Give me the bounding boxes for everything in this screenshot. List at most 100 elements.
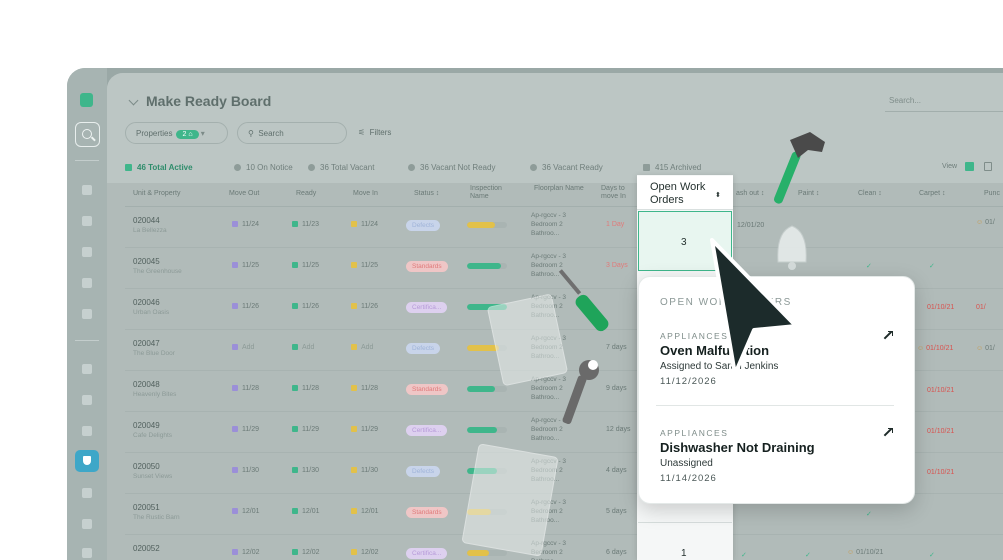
sidebar-clipboard-icon[interactable]: [82, 395, 92, 405]
sidebar-mail-icon[interactable]: [82, 278, 92, 288]
work-order-title[interactable]: Oven Malfunction: [660, 343, 769, 358]
stat-total-active[interactable]: 46 Total Active: [125, 163, 193, 172]
open-work-orders-count[interactable]: 3: [681, 237, 687, 248]
floorplan-name: Ap-rgccv - 3 Bedroom 2 Bathroo...: [531, 376, 567, 401]
col-carpet[interactable]: Carpet ↕: [919, 190, 945, 197]
move-in-date[interactable]: 12/02: [351, 549, 379, 556]
sort-icon[interactable]: ⬍: [715, 191, 721, 199]
col-status[interactable]: Status ↕: [414, 190, 439, 197]
ready-date[interactable]: 11/26: [292, 303, 319, 310]
grid-view-icon[interactable]: [965, 162, 974, 171]
unit-id[interactable]: 020047: [133, 339, 160, 348]
move-in-date[interactable]: Add: [351, 344, 373, 351]
status-badge[interactable]: Defects: [406, 343, 441, 354]
move-out-date[interactable]: 12/01: [232, 508, 260, 515]
open-work-orders-count[interactable]: 1: [681, 548, 687, 559]
stat-archived[interactable]: 415 Archived: [643, 163, 701, 172]
status-badge[interactable]: Defects: [406, 466, 441, 477]
unit-id[interactable]: 020051: [133, 503, 160, 512]
floorplan-name: Ap-rgccv - 3 Bedroom 2 Bathroo...: [531, 294, 567, 319]
col-punch[interactable]: Punc: [984, 190, 1000, 197]
sidebar-calendar-icon[interactable]: [82, 426, 92, 436]
col-inspection[interactable]: Inspection Name: [470, 185, 520, 201]
move-in-date[interactable]: 11/26: [351, 303, 378, 310]
move-in-date[interactable]: 12/01: [351, 508, 379, 515]
move-out-date[interactable]: 11/28: [232, 385, 259, 392]
sidebar-document-icon[interactable]: [82, 185, 92, 195]
move-out-date[interactable]: Add: [232, 344, 254, 351]
col-days-to-move-in[interactable]: Days to move In: [601, 185, 636, 201]
stat-vacant-not-ready[interactable]: 36 Vacant Not Ready: [408, 163, 495, 172]
col-move-out[interactable]: Move Out: [229, 190, 259, 197]
work-order-title[interactable]: Dishwasher Not Draining: [660, 440, 815, 455]
sidebar-image-icon[interactable]: [82, 488, 92, 498]
ready-date[interactable]: 11/25: [292, 262, 319, 269]
unit-id[interactable]: 020050: [133, 462, 160, 471]
carpet-date: 01/10/21: [927, 428, 955, 435]
sidebar-item-make-ready[interactable]: [75, 450, 99, 472]
status-badge[interactable]: Standards: [406, 261, 448, 272]
stat-total-vacant[interactable]: 36 Total Vacant: [308, 163, 374, 172]
move-out-date[interactable]: 11/29: [232, 426, 259, 433]
move-out-date[interactable]: 11/25: [232, 262, 259, 269]
status-badge[interactable]: Defects: [406, 220, 441, 231]
days-to-move-in: 1 Day: [606, 221, 625, 228]
ready-date[interactable]: 11/30: [292, 467, 319, 474]
move-in-date[interactable]: 11/24: [351, 221, 378, 228]
sidebar-chart-icon[interactable]: [82, 216, 92, 226]
property-name: Sunset Views: [133, 473, 173, 480]
sidebar-search-icon[interactable]: [75, 122, 100, 147]
sidebar-settings-icon[interactable]: [82, 548, 92, 558]
col-paint[interactable]: Paint ↕: [798, 190, 819, 197]
move-out-date[interactable]: 11/24: [232, 221, 259, 228]
move-in-date[interactable]: 11/25: [351, 262, 378, 269]
status-badge[interactable]: Standards: [406, 507, 448, 518]
days-to-move-in: 3 Days: [606, 262, 628, 269]
move-out-date[interactable]: 11/30: [232, 467, 259, 474]
trash-icon[interactable]: [984, 162, 992, 171]
expand-icon[interactable]: [884, 428, 893, 436]
unit-id[interactable]: 020048: [133, 380, 160, 389]
unit-id[interactable]: 020049: [133, 421, 160, 430]
ready-date[interactable]: Add: [292, 344, 314, 351]
sidebar-home-icon[interactable]: [82, 309, 92, 319]
status-badge[interactable]: Certifica...: [406, 302, 448, 313]
ready-date[interactable]: 11/29: [292, 426, 319, 433]
unit-id[interactable]: 020045: [133, 257, 160, 266]
unit-id[interactable]: 020052: [133, 544, 160, 553]
stat-vacant-ready[interactable]: 36 Vacant Ready: [530, 163, 603, 172]
status-badge[interactable]: Certifica...: [406, 425, 448, 436]
col-clean[interactable]: Clean ↕: [858, 190, 882, 197]
punch-date: ☺ 01/: [976, 345, 995, 352]
ready-date[interactable]: 11/28: [292, 385, 319, 392]
move-in-date[interactable]: 11/29: [351, 426, 378, 433]
col-floorplan[interactable]: Floorplan Name: [534, 185, 584, 193]
filters-button[interactable]: ⚟ Filters: [358, 128, 391, 137]
properties-filter[interactable]: Properties 2 ⌂ ▾: [125, 122, 228, 144]
move-out-date[interactable]: 12/02: [232, 549, 260, 556]
global-search-input[interactable]: Search...: [889, 96, 921, 105]
expand-icon[interactable]: [884, 331, 893, 339]
status-badge[interactable]: Certifica...: [406, 548, 448, 559]
unit-id[interactable]: 020044: [133, 216, 160, 225]
sidebar-users-icon[interactable]: [82, 247, 92, 257]
filter-search-input[interactable]: ⚲ Search: [237, 122, 347, 144]
move-out-date[interactable]: 11/26: [232, 303, 259, 310]
inspection-progress-bar: [467, 222, 507, 228]
unit-id[interactable]: 020046: [133, 298, 160, 307]
col-unit[interactable]: Unit & Property: [133, 190, 180, 197]
move-in-date[interactable]: 11/30: [351, 467, 378, 474]
ready-date[interactable]: 11/23: [292, 221, 319, 228]
move-in-date[interactable]: 11/28: [351, 385, 378, 392]
ready-date[interactable]: 12/02: [292, 549, 320, 556]
open-work-orders-title[interactable]: Open Work Orders: [650, 181, 720, 207]
sidebar-print-icon[interactable]: [82, 519, 92, 529]
ready-date[interactable]: 12/01: [292, 508, 320, 515]
stat-on-notice[interactable]: 10 On Notice: [234, 163, 293, 172]
app-logo-icon[interactable]: [80, 93, 93, 107]
col-wash-out[interactable]: ash out ↕: [736, 190, 764, 197]
sidebar-megaphone-icon[interactable]: [82, 364, 92, 374]
col-move-in[interactable]: Move In: [353, 190, 378, 197]
status-badge[interactable]: Standards: [406, 384, 448, 395]
col-ready[interactable]: Ready: [296, 190, 316, 197]
